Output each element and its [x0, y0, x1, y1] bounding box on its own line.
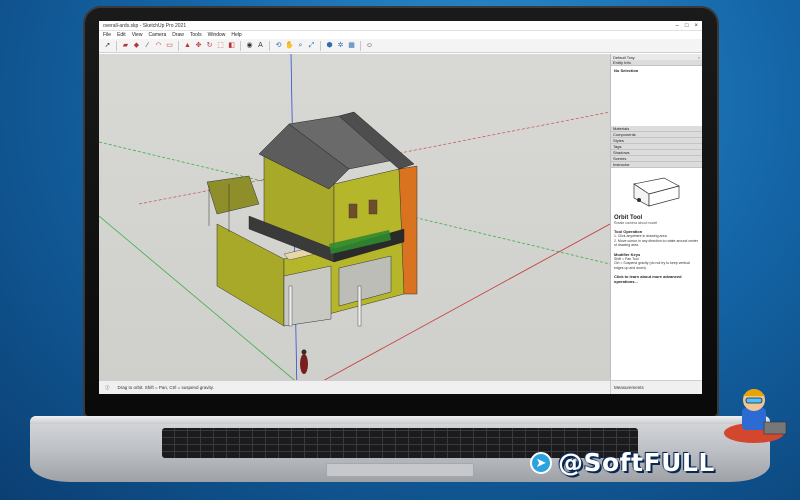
- zoom-icon[interactable]: ⌕: [296, 41, 305, 50]
- 3d-warehouse-icon[interactable]: ⬢: [325, 41, 334, 50]
- window: [348, 203, 358, 219]
- toolbar-divider: [269, 40, 270, 51]
- tool-subtitle: Rotate camera about model: [614, 221, 658, 225]
- menu-camera[interactable]: Camera: [148, 32, 166, 38]
- mascot-illustration: [724, 389, 787, 443]
- info-icon[interactable]: ⓘ: [105, 385, 110, 391]
- push-pull-icon[interactable]: ▲: [183, 41, 192, 50]
- porch-column: [288, 285, 293, 327]
- paint-bucket-icon[interactable]: ◆: [132, 41, 141, 50]
- watermark: ➤ @SoftFULL: [530, 448, 715, 477]
- orbit-icon[interactable]: ⟲: [274, 41, 283, 50]
- maximize-icon[interactable]: □: [685, 23, 689, 29]
- layout-icon[interactable]: ▦: [347, 41, 356, 50]
- scale-icon[interactable]: ⬚: [216, 41, 225, 50]
- scale-figure-head: [301, 349, 307, 355]
- menu-bar: File Edit View Camera Draw Tools Window …: [99, 31, 702, 39]
- menu-tools[interactable]: Tools: [190, 32, 202, 38]
- zoom-extents-icon[interactable]: ⤢: [307, 41, 316, 50]
- section-label: Styles: [613, 138, 624, 143]
- account-icon[interactable]: ☺: [365, 41, 374, 50]
- watermark-text: @SoftFULL: [558, 448, 715, 477]
- line-icon[interactable]: ∕: [143, 41, 152, 50]
- window-controls: – □ ×: [676, 23, 702, 29]
- move-icon[interactable]: ✥: [194, 41, 203, 50]
- title-bar: overall-ards.skp - SketchUp Pro 2021 – □…: [99, 21, 702, 31]
- section-label: Instructor: [613, 162, 630, 167]
- arc-icon[interactable]: ◠: [154, 41, 163, 50]
- close-icon[interactable]: ×: [694, 23, 698, 29]
- menu-help[interactable]: Help: [231, 32, 241, 38]
- operation-step: 2. Move cursor in any direction to rotat…: [614, 238, 699, 248]
- text-icon[interactable]: A: [256, 41, 265, 50]
- tray-title: Default Tray: [613, 54, 635, 60]
- menu-window[interactable]: Window: [208, 32, 226, 38]
- section-label: Entity Info: [613, 60, 631, 65]
- tray-close-icon[interactable]: ×: [698, 55, 702, 60]
- eraser-icon[interactable]: ▰: [121, 41, 130, 50]
- offset-icon[interactable]: ◧: [227, 41, 236, 50]
- telegram-icon: ➤: [530, 451, 552, 474]
- toolbar-divider: [178, 40, 179, 51]
- default-tray: Default Tray × Entity Info No Selection …: [610, 54, 702, 380]
- section-label: Scenes: [613, 156, 627, 161]
- tape-measure-icon[interactable]: ◉: [245, 41, 254, 50]
- menu-draw[interactable]: Draw: [172, 32, 184, 38]
- toolbar-divider: [240, 40, 241, 51]
- model-canvas: [99, 53, 611, 394]
- app-window: overall-ards.skp - SketchUp Pro 2021 – □…: [99, 21, 702, 394]
- section-label: Shadows: [613, 150, 630, 155]
- shapes-icon[interactable]: ▭: [165, 41, 174, 50]
- drawing-area[interactable]: [99, 53, 611, 394]
- section-label: Components: [613, 132, 636, 137]
- terrace-roof: [206, 175, 260, 215]
- selection-status: No Selection: [614, 68, 639, 73]
- scale-figure: [300, 354, 308, 374]
- toolbar-divider: [320, 40, 321, 51]
- laptop-hinge: [30, 416, 770, 424]
- rotate-icon[interactable]: ↻: [205, 41, 214, 50]
- touchpad: [326, 463, 474, 477]
- learn-more-link[interactable]: Click to learn about more advanced opera…: [614, 274, 699, 284]
- toolbar-divider: [116, 40, 117, 51]
- measurements-box[interactable]: Measurements: [610, 381, 702, 394]
- section-label: Tags: [613, 144, 622, 149]
- main-toolbar: ➚ ▰ ◆ ∕ ◠ ▭ ▲ ✥ ↻ ⬚ ◧ ◉ A ⟲ ✋ ⌕ ⤢ ⬢ ✲ ▦ …: [99, 39, 702, 53]
- measurements-label: Measurements: [614, 385, 644, 390]
- minimize-icon[interactable]: –: [676, 23, 679, 29]
- pan-icon[interactable]: ✋: [285, 41, 294, 50]
- window-title: overall-ards.skp - SketchUp Pro 2021: [103, 22, 187, 29]
- status-bar: ⓘ Drag to orbit. Shift = Pan, Ctrl = sus…: [99, 380, 702, 394]
- modifier-line: Ctrl = Suspend gravity (do not try to ke…: [614, 261, 690, 270]
- toolbar-divider: [360, 40, 361, 51]
- section-label: Materials: [613, 126, 630, 131]
- menu-file[interactable]: File: [103, 32, 111, 38]
- status-hint: Drag to orbit. Shift = Pan, Ctrl = suspe…: [117, 385, 214, 390]
- menu-view[interactable]: View: [132, 32, 143, 38]
- select-icon[interactable]: ➚: [103, 41, 112, 50]
- entity-info-panel: No Selection: [611, 66, 702, 126]
- porch-column: [357, 285, 362, 327]
- orbit-illustration: [633, 177, 680, 207]
- ground-wall-left: [216, 223, 285, 327]
- window: [368, 199, 378, 215]
- extension-warehouse-icon[interactable]: ✲: [336, 41, 345, 50]
- instructor-panel: Orbit Tool Rotate camera about model Too…: [611, 168, 702, 286]
- menu-edit[interactable]: Edit: [117, 32, 126, 38]
